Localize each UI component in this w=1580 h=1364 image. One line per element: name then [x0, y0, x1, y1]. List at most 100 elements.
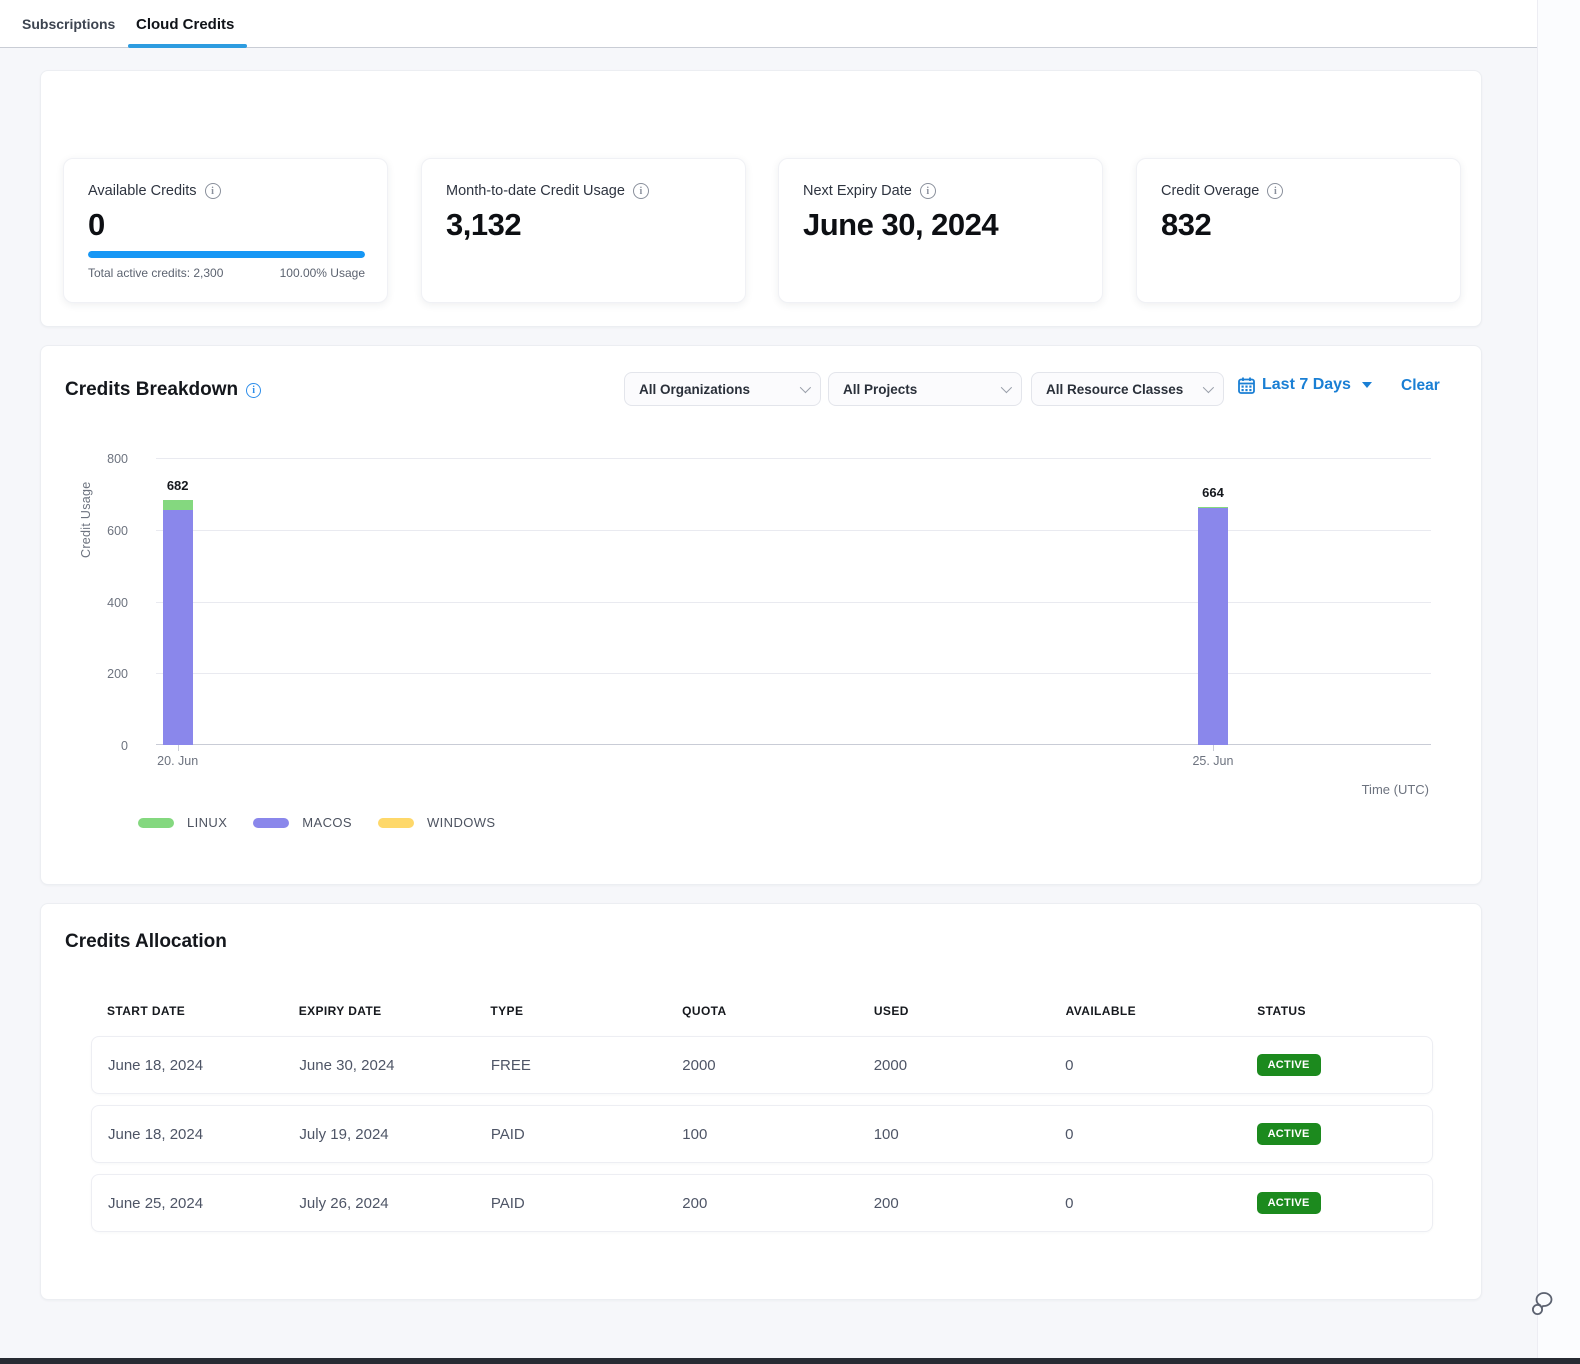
next-expiry-card: Next Expiry Date i June 30, 2024 [778, 158, 1103, 303]
credits-usage-section: Credits & Usage Available Credits i 0 To… [40, 70, 1482, 327]
chart-plot: 020040060080068220. Jun66425. Jun [156, 458, 1431, 745]
chevron-down-icon [1001, 382, 1012, 393]
resource-classes-dropdown[interactable]: All Resource Classes [1031, 372, 1224, 406]
projects-dropdown-value: All Projects [843, 382, 917, 397]
credits-breakdown-title-text: Credits Breakdown [65, 379, 238, 401]
resource-classes-dropdown-value: All Resource Classes [1046, 382, 1183, 397]
table-row[interactable]: June 18, 2024 July 19, 2024 PAID 100 100… [91, 1105, 1433, 1163]
chart-x-axis-line [156, 744, 1431, 745]
legend-swatch [378, 818, 414, 828]
date-range-label: Last 7 Days [1262, 376, 1351, 394]
bar-segment-macos [1198, 508, 1228, 745]
bar-total-label: 664 [1183, 485, 1243, 500]
clear-filters-button[interactable]: Clear [1401, 377, 1440, 395]
status-badge: ACTIVE [1257, 1123, 1321, 1145]
cell-type: PAID [475, 1126, 666, 1143]
chart-gridline [156, 458, 1431, 459]
legend-item-linux[interactable]: LINUX [138, 815, 227, 830]
date-range-picker[interactable]: Last 7 Days [1238, 376, 1372, 394]
mtd-usage-label-text: Month-to-date Credit Usage [446, 183, 625, 199]
chat-support-button[interactable] [1528, 1290, 1558, 1320]
table-row[interactable]: June 18, 2024 June 30, 2024 FREE 2000 20… [91, 1036, 1433, 1094]
cell-status: ACTIVE [1241, 1054, 1432, 1076]
status-badge: ACTIVE [1257, 1192, 1321, 1214]
table-body: June 18, 2024 June 30, 2024 FREE 2000 20… [91, 1036, 1433, 1232]
projects-dropdown[interactable]: All Projects [828, 372, 1022, 406]
credits-allocation-title-text: Credits Allocation [65, 931, 227, 953]
y-axis-tick-label: 400 [88, 596, 128, 610]
cell-status: ACTIVE [1241, 1123, 1432, 1145]
bar-segment-macos [163, 510, 193, 745]
available-credits-footer: Total active credits: 2,300 100.00% Usag… [88, 266, 365, 280]
tab-cloud-credits-label: Cloud Credits [136, 16, 234, 33]
cell-expiry-date: July 19, 2024 [283, 1126, 474, 1143]
stacked-bar[interactable] [1198, 507, 1228, 745]
caret-down-icon [1362, 382, 1372, 388]
credit-overage-card: Credit Overage i 832 [1136, 158, 1461, 303]
col-expiry-date: EXPIRY DATE [283, 1004, 475, 1018]
y-axis-tick-label: 800 [88, 452, 128, 466]
col-available: AVAILABLE [1050, 1004, 1242, 1018]
col-start-date: START DATE [91, 1004, 283, 1018]
legend-item-macos[interactable]: MACOS [253, 815, 352, 830]
usage-percent-text: 100.00% Usage [280, 266, 365, 280]
bar-segment-linux [163, 500, 193, 510]
legend-item-windows[interactable]: WINDOWS [378, 815, 496, 830]
mtd-usage-value: 3,132 [446, 207, 521, 243]
window-bottom-edge [0, 1358, 1580, 1364]
chart-x-axis-label: Time (UTC) [1362, 782, 1429, 797]
credits-allocation-table: START DATE EXPIRY DATE TYPE QUOTA USED A… [91, 1004, 1433, 1243]
right-gutter [1537, 0, 1580, 1364]
col-used: USED [858, 1004, 1050, 1018]
x-axis-tick [178, 745, 179, 751]
legend-label: MACOS [302, 815, 352, 830]
cell-quota: 2000 [666, 1057, 857, 1074]
legend-label: LINUX [187, 815, 227, 830]
info-icon[interactable]: i [246, 383, 261, 398]
y-axis-tick-label: 0 [88, 739, 128, 753]
cell-status: ACTIVE [1241, 1192, 1432, 1214]
cell-used: 200 [858, 1195, 1049, 1212]
tab-subscriptions[interactable]: Subscriptions [22, 0, 115, 48]
info-icon[interactable]: i [1267, 183, 1283, 199]
table-row[interactable]: June 25, 2024 July 26, 2024 PAID 200 200… [91, 1174, 1433, 1232]
cell-used: 100 [858, 1126, 1049, 1143]
credit-overage-label: Credit Overage i [1161, 183, 1283, 199]
next-expiry-label-text: Next Expiry Date [803, 183, 912, 199]
credits-breakdown-section: Credits Breakdown i All Organizations Al… [40, 345, 1482, 885]
legend-label: WINDOWS [427, 815, 496, 830]
cell-type: PAID [475, 1195, 666, 1212]
next-expiry-value: June 30, 2024 [803, 207, 998, 243]
y-axis-tick-label: 600 [88, 524, 128, 538]
next-expiry-label: Next Expiry Date i [803, 183, 936, 199]
cell-start-date: June 25, 2024 [92, 1195, 283, 1212]
status-badge: ACTIVE [1257, 1054, 1321, 1076]
chevron-down-icon [800, 382, 811, 393]
chart-y-axis-label: Credit Usage [79, 481, 93, 558]
table-header-row: START DATE EXPIRY DATE TYPE QUOTA USED A… [91, 1004, 1433, 1036]
chart-legend: LINUX MACOS WINDOWS [138, 815, 495, 830]
mtd-usage-card: Month-to-date Credit Usage i 3,132 [421, 158, 746, 303]
col-quota: QUOTA [666, 1004, 858, 1018]
info-icon[interactable]: i [205, 183, 221, 199]
organizations-dropdown-value: All Organizations [639, 382, 750, 397]
tab-bar: Subscriptions Cloud Credits [0, 0, 1537, 48]
cell-available: 0 [1049, 1057, 1240, 1074]
stacked-bar[interactable] [163, 500, 193, 745]
credits-allocation-section: Credits Allocation START DATE EXPIRY DAT… [40, 903, 1482, 1300]
cell-quota: 100 [666, 1126, 857, 1143]
credit-overage-value: 832 [1161, 207, 1211, 243]
cell-start-date: June 18, 2024 [92, 1057, 283, 1074]
organizations-dropdown[interactable]: All Organizations [624, 372, 821, 406]
mtd-usage-label: Month-to-date Credit Usage i [446, 183, 649, 199]
info-icon[interactable]: i [920, 183, 936, 199]
cell-start-date: June 18, 2024 [92, 1126, 283, 1143]
col-type: TYPE [474, 1004, 666, 1018]
tab-cloud-credits[interactable]: Cloud Credits [136, 0, 234, 48]
tab-subscriptions-label: Subscriptions [22, 16, 115, 32]
calendar-icon [1238, 377, 1255, 394]
chevron-down-icon [1203, 382, 1214, 393]
chart-gridline [156, 602, 1431, 603]
info-icon[interactable]: i [633, 183, 649, 199]
cloud-credits-page: Subscriptions Cloud Credits Credits & Us… [0, 0, 1580, 1364]
